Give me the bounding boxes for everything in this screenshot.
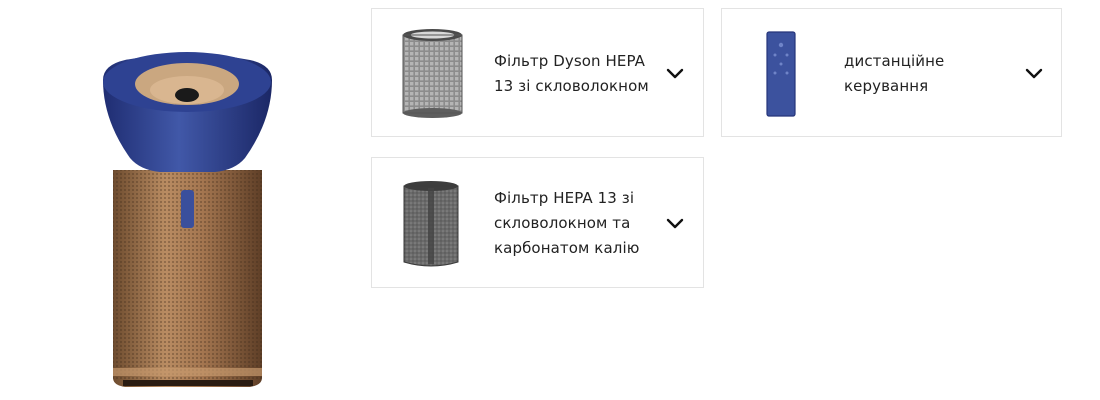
hepa-glass-filter-image (400, 27, 465, 123)
purifier-image (95, 40, 280, 395)
card-hepa-glass-label: Фільтр Dyson HEPA 13 зі скловолокном (494, 49, 649, 99)
label-line: дистанційне (844, 52, 945, 70)
card-hepa-carbon-label: Фільтр HEPA 13 зі скловолокном та карбон… (494, 186, 639, 261)
label-line: 13 зі скловолокном (494, 77, 649, 95)
hepa-carbon-filter-image (402, 178, 460, 274)
label-line: Фільтр Dyson HEPA (494, 52, 646, 70)
label-line: Фільтр HEPA 13 зі (494, 189, 635, 207)
remote-control-image (766, 31, 796, 121)
chevron-down-icon[interactable] (1024, 67, 1044, 81)
card-hepa-carbon[interactable]: Фільтр HEPA 13 зі скловолокном та карбон… (371, 157, 704, 288)
card-remote-label: дистанційне керування (844, 49, 944, 99)
card-remote[interactable]: дистанційне керування (721, 8, 1062, 137)
label-line: скловолокном та (494, 214, 631, 232)
label-line: керування (844, 77, 929, 95)
chevron-down-icon[interactable] (665, 67, 685, 81)
card-hepa-glass[interactable]: Фільтр Dyson HEPA 13 зі скловолокном (371, 8, 704, 137)
chevron-down-icon[interactable] (665, 217, 685, 231)
label-line: карбонатом калію (494, 239, 640, 257)
